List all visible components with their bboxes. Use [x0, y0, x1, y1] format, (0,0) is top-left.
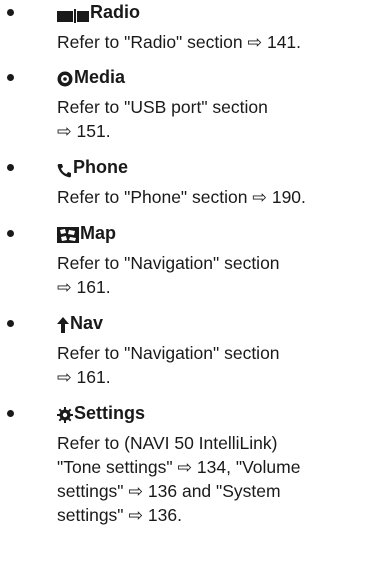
list-item-radio: Radio Refer to "Radio" section ⇨ 141. [0, 0, 385, 54]
item-description: Refer to "Navigation" section ⇨ 161. [57, 343, 280, 387]
item-title: Nav [70, 313, 104, 333]
radio-icon [57, 5, 89, 23]
item-heading: Media [57, 65, 385, 89]
document-body: Radio Refer to "Radio" section ⇨ 141. Me… [0, 0, 385, 527]
list-item-nav: Nav Refer to "Navigation" section ⇨ 161. [0, 311, 385, 389]
list-item-phone: Phone Refer to "Phone" section ⇨ 190. [0, 155, 385, 209]
list-item-media: Media Refer to "USB port" section ⇨ 151. [0, 65, 385, 143]
item-description: Refer to (NAVI 50 IntelliLink) "Tone set… [57, 433, 301, 525]
item-heading: Radio [57, 0, 385, 24]
item-heading: Phone [57, 155, 385, 179]
item-heading: Nav [57, 311, 385, 335]
bullet [7, 320, 14, 327]
item-title: Settings [74, 403, 146, 423]
bullet [7, 410, 14, 417]
item-description: Refer to "USB port" section ⇨ 151. [57, 97, 268, 141]
item-title: Map [80, 223, 116, 243]
gear-icon [57, 405, 73, 423]
item-description: Refer to "Phone" section ⇨ 190. [57, 187, 306, 207]
phone-icon [57, 160, 72, 177]
bullet [7, 9, 14, 16]
item-title: Media [74, 67, 126, 87]
list-item-settings: Settings Refer to (NAVI 50 IntelliLink) … [0, 401, 385, 527]
map-icon [57, 225, 79, 243]
bullet [7, 164, 14, 171]
item-description: Refer to "Radio" section ⇨ 141. [57, 32, 302, 52]
nav-arrow-icon [57, 315, 69, 333]
item-title: Phone [73, 157, 129, 177]
media-icon [57, 69, 73, 87]
item-description: Refer to "Navigation" section ⇨ 161. [57, 253, 280, 297]
bullet [7, 230, 14, 237]
item-heading: Map [57, 221, 385, 245]
bullet [7, 74, 14, 81]
item-heading: Settings [57, 401, 385, 425]
item-title: Radio [90, 2, 141, 22]
list-item-map: Map Refer to "Navigation" section ⇨ 161. [0, 221, 385, 299]
